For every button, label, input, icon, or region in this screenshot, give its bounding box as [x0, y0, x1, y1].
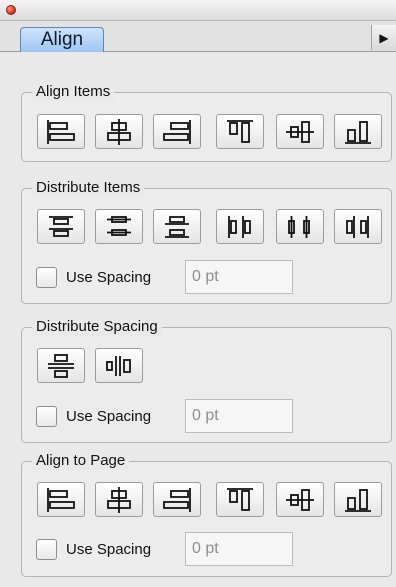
align-horizontal-centers-button[interactable] — [95, 114, 143, 149]
align-vertical-centers-button[interactable] — [276, 114, 324, 149]
align-items-title: Align Items — [32, 83, 115, 101]
align-top-edges-icon — [224, 118, 256, 146]
panel-title-bar — [0, 0, 396, 21]
distribute-horizontal-space-button[interactable] — [95, 348, 143, 383]
align-to-page-group: Align to Page Use Spacing — [21, 452, 392, 577]
align-left-edges-icon — [45, 118, 77, 146]
panel-menu-icon: ▶ — [379, 30, 389, 45]
align-top-edges-button[interactable] — [216, 114, 264, 149]
align-to-page-use-spacing-label: Use Spacing — [66, 541, 152, 558]
page-align-vertical-centers-button[interactable] — [276, 482, 324, 517]
align-left-edges-button[interactable] — [37, 114, 85, 149]
distribute-left-edges-icon — [224, 213, 256, 241]
distribute-spacing-spacing-input[interactable] — [185, 399, 293, 433]
align-right-edges-button[interactable] — [153, 114, 201, 149]
align-to-page-use-spacing-checkbox[interactable] — [36, 539, 57, 560]
distribute-items-group: Distribute Items Use Spacing — [21, 179, 392, 304]
distribute-vertical-space-button[interactable] — [37, 348, 85, 383]
distribute-top-edges-button[interactable] — [37, 209, 85, 244]
distribute-spacing-use-spacing-label: Use Spacing — [66, 408, 152, 425]
align-left-edges-icon — [45, 486, 77, 514]
align-horizontal-centers-icon — [103, 486, 135, 514]
distribute-spacing-use-spacing-checkbox[interactable] — [36, 406, 57, 427]
distribute-vertical-space-icon — [45, 352, 77, 380]
align-top-edges-icon — [224, 486, 256, 514]
distribute-top-edges-icon — [45, 213, 77, 241]
align-vertical-centers-icon — [284, 486, 316, 514]
distribute-right-edges-icon — [342, 213, 374, 241]
distribute-items-use-spacing-checkbox[interactable] — [36, 267, 57, 288]
align-right-edges-icon — [161, 118, 193, 146]
distribute-spacing-group: Distribute Spacing Use Spacing — [21, 318, 392, 443]
align-right-edges-icon — [161, 486, 193, 514]
distribute-items-title: Distribute Items — [32, 179, 145, 197]
panel-menu-button[interactable]: ▶ — [371, 25, 396, 50]
align-bottom-edges-button[interactable] — [334, 114, 382, 149]
distribute-left-edges-button[interactable] — [216, 209, 264, 244]
distribute-bottom-edges-icon — [161, 213, 193, 241]
distribute-vertical-centers-button[interactable] — [95, 209, 143, 244]
align-bottom-edges-icon — [342, 486, 374, 514]
page-align-horizontal-centers-button[interactable] — [95, 482, 143, 517]
page-align-left-edges-button[interactable] — [37, 482, 85, 517]
align-vertical-centers-icon — [284, 118, 316, 146]
close-icon[interactable] — [6, 5, 16, 15]
distribute-horizontal-space-icon — [103, 352, 135, 380]
distribute-bottom-edges-button[interactable] — [153, 209, 201, 244]
align-to-page-title: Align to Page — [32, 452, 130, 470]
distribute-spacing-title: Distribute Spacing — [32, 318, 162, 336]
align-horizontal-centers-icon — [103, 118, 135, 146]
distribute-items-spacing-input[interactable] — [185, 260, 293, 294]
page-align-right-edges-button[interactable] — [153, 482, 201, 517]
page-align-bottom-edges-button[interactable] — [334, 482, 382, 517]
distribute-right-edges-button[interactable] — [334, 209, 382, 244]
panel-tab-bar: Align ▶ — [0, 21, 396, 52]
align-to-page-spacing-input[interactable] — [185, 532, 293, 566]
distribute-horizontal-centers-button[interactable] — [276, 209, 324, 244]
distribute-items-use-spacing-label: Use Spacing — [66, 269, 152, 286]
tab-align[interactable]: Align — [20, 27, 104, 52]
align-items-group: Align Items — [21, 83, 392, 162]
align-bottom-edges-icon — [342, 118, 374, 146]
distribute-vertical-centers-icon — [103, 213, 135, 241]
distribute-horizontal-centers-icon — [284, 213, 316, 241]
page-align-top-edges-button[interactable] — [216, 482, 264, 517]
